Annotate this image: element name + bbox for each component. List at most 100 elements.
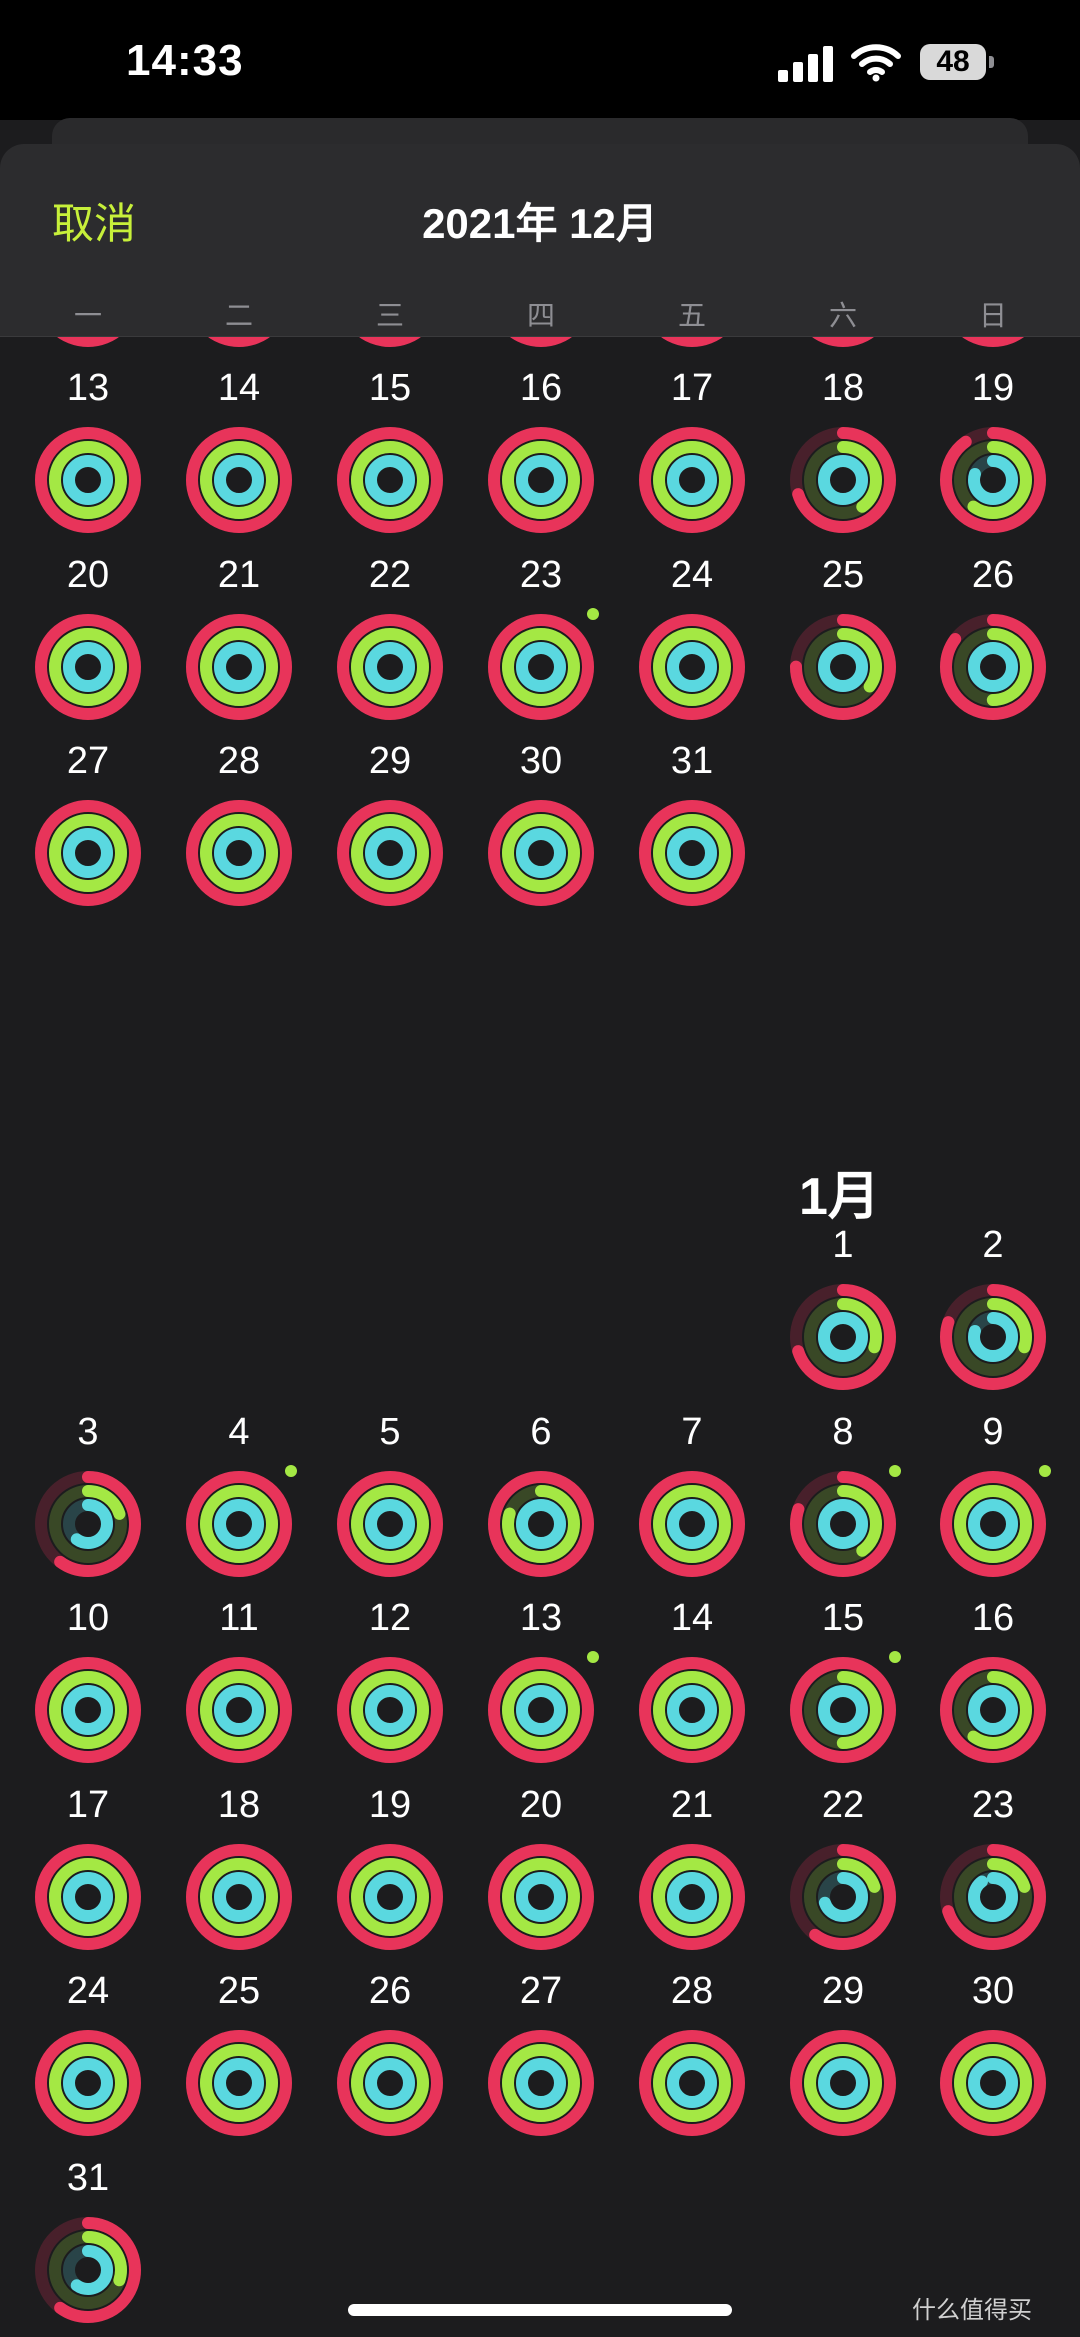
day-cell[interactable]: 14: [179, 367, 299, 547]
day-cell[interactable]: 22: [330, 554, 450, 734]
activity-ring-icon: [337, 1470, 443, 1577]
activity-ring-icon: [337, 427, 443, 533]
day-number: 26: [971, 553, 1015, 596]
day-cell[interactable]: 12: [330, 1597, 450, 1777]
day-number: 16: [519, 367, 563, 409]
day-number: 19: [971, 367, 1015, 409]
day-cell[interactable]: 2: [933, 1224, 1053, 1404]
month-label: 1月: [799, 1168, 880, 1226]
day-cell[interactable]: 7: [632, 1411, 752, 1591]
activity-ring-icon: [639, 800, 745, 906]
day-cell[interactable]: 25: [783, 554, 903, 734]
day-number: 29: [368, 740, 412, 782]
day-cell[interactable]: 30: [933, 1970, 1053, 2150]
day-cell[interactable]: 27: [481, 1970, 601, 2150]
workout-dot-icon: [889, 1464, 901, 1477]
day-cell[interactable]: 11: [179, 1597, 299, 1777]
activity-ring-icon: [790, 613, 896, 720]
day-cell[interactable]: 29: [330, 740, 450, 920]
day-cell[interactable]: 8: [783, 1411, 903, 1591]
day-cell[interactable]: 16: [481, 367, 601, 547]
weekday-label: 一: [73, 300, 102, 331]
day-cell[interactable]: 23: [933, 1784, 1053, 1964]
day-cell[interactable]: 4: [179, 1411, 299, 1591]
day-cell[interactable]: 19: [330, 1784, 450, 1964]
day-cell[interactable]: 26: [330, 1970, 450, 2150]
day-number: 20: [66, 553, 110, 596]
day-cell[interactable]: 30: [481, 740, 601, 920]
activity-ring-icon: [186, 1470, 292, 1577]
activity-ring-icon: [186, 427, 292, 533]
day-cell[interactable]: 19: [933, 367, 1053, 547]
status-time: 14:33: [126, 36, 244, 85]
day-number: 7: [681, 1410, 703, 1453]
activity-ring-icon: [337, 2030, 443, 2136]
day-cell[interactable]: 21: [179, 554, 299, 734]
day-number: 2: [982, 1224, 1004, 1266]
activity-ring-icon: [35, 800, 141, 906]
day-cell[interactable]: 23: [481, 554, 601, 734]
day-cell[interactable]: 25: [179, 1970, 299, 2150]
day-number: 30: [519, 740, 563, 782]
day-cell[interactable]: 21: [632, 1784, 752, 1964]
day-cell[interactable]: 3: [28, 1411, 148, 1591]
day-cell[interactable]: 29: [783, 1970, 903, 2150]
day-cell[interactable]: 18: [179, 1784, 299, 1964]
activity-ring-icon: [940, 1470, 1046, 1577]
activity-ring-icon: [35, 1843, 141, 1950]
activity-ring-icon: [940, 1843, 1046, 1950]
day-number: 21: [670, 1783, 714, 1826]
activity-ring-icon: [488, 1470, 594, 1577]
day-number: 4: [228, 1410, 250, 1453]
day-cell[interactable]: 24: [28, 1970, 148, 2150]
home-indicator[interactable]: [348, 2304, 732, 2316]
activity-ring-icon: [488, 1843, 594, 1950]
day-cell[interactable]: 1: [783, 1224, 903, 1404]
weekday-row: 一二三四五六日: [0, 294, 1080, 334]
activity-ring-icon: [639, 1657, 745, 1763]
day-cell[interactable]: 16: [933, 1597, 1053, 1777]
activity-ring-icon: [790, 1284, 896, 1390]
day-number: 31: [670, 740, 714, 782]
day-number: 24: [66, 1970, 110, 2012]
day-cell[interactable]: 17: [28, 1784, 148, 1964]
day-cell[interactable]: 15: [330, 367, 450, 547]
day-cell[interactable]: 13: [28, 367, 148, 547]
calendar-content[interactable]: 6789101112131415161718192021222324252627…: [0, 144, 1080, 2337]
day-cell[interactable]: 20: [28, 554, 148, 734]
battery-level: 48: [936, 45, 970, 78]
activity-ring-icon: [35, 2030, 141, 2136]
day-cell[interactable]: 6: [481, 1411, 601, 1591]
day-cell[interactable]: 20: [481, 1784, 601, 1964]
day-number: 22: [821, 1783, 865, 1826]
day-number: 6: [530, 1410, 552, 1453]
day-number: 25: [217, 1970, 261, 2012]
activity-ring-icon: [488, 1657, 594, 1763]
sheet-header: 取消 2021年 12月 一二三四五六日: [0, 144, 1080, 337]
day-cell[interactable]: 24: [632, 554, 752, 734]
day-cell[interactable]: 10: [28, 1597, 148, 1777]
day-cell[interactable]: 26: [933, 554, 1053, 734]
day-cell[interactable]: 22: [783, 1784, 903, 1964]
weekday-label: 六: [828, 300, 857, 331]
day-cell[interactable]: 5: [330, 1411, 450, 1591]
day-cell[interactable]: 17: [632, 367, 752, 547]
day-number: 30: [971, 1970, 1015, 2012]
day-cell[interactable]: 15: [783, 1597, 903, 1777]
weekday-label: 二: [224, 300, 253, 331]
day-cell[interactable]: 13: [481, 1597, 601, 1777]
day-cell[interactable]: 31: [28, 2157, 148, 2337]
day-cell[interactable]: 9: [933, 1411, 1053, 1591]
activity-ring-icon: [488, 2030, 594, 2136]
day-cell[interactable]: 14: [632, 1597, 752, 1777]
activity-ring-icon: [35, 1657, 141, 1763]
day-cell[interactable]: 28: [179, 740, 299, 920]
day-cell[interactable]: 31: [632, 740, 752, 920]
day-cell[interactable]: 28: [632, 1970, 752, 2150]
workout-dot-icon: [587, 607, 599, 620]
activity-ring-icon: [790, 2030, 896, 2136]
day-cell[interactable]: 18: [783, 367, 903, 547]
day-cell[interactable]: 27: [28, 740, 148, 920]
day-number: 19: [368, 1783, 412, 1826]
activity-ring-icon: [639, 1843, 745, 1950]
